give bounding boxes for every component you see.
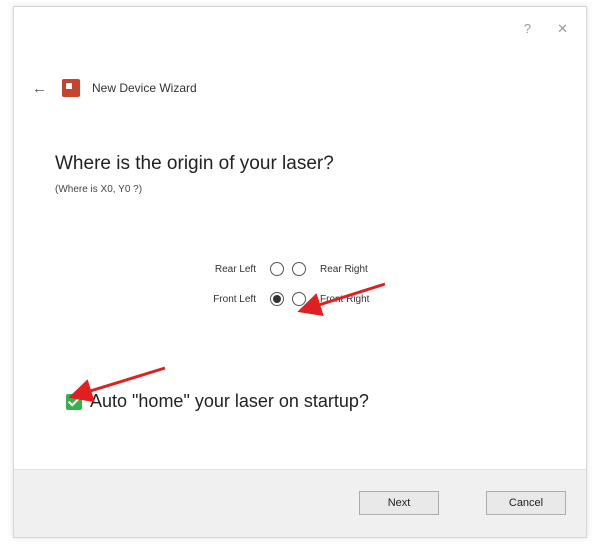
front-right-label: Front Right xyxy=(320,293,370,305)
laser-app-icon xyxy=(62,79,80,97)
close-icon[interactable]: ✕ xyxy=(557,21,568,37)
front-right-radio[interactable] xyxy=(292,292,306,306)
autohome-checkbox[interactable] xyxy=(66,393,82,410)
wizard-title: New Device Wizard xyxy=(92,81,197,95)
origin-radio-group: Rear Left Rear Right Front Left Front Ri… xyxy=(184,262,430,306)
back-arrow-icon[interactable]: ← xyxy=(32,80,50,97)
next-button[interactable]: Next xyxy=(359,491,439,515)
autohome-label: Auto "home" your laser on startup? xyxy=(90,391,369,411)
rear-left-radio[interactable] xyxy=(270,262,284,276)
rear-left-label: Rear Left xyxy=(214,263,256,275)
title-bar-controls: ? ✕ xyxy=(524,21,568,37)
front-left-label: Front Left xyxy=(213,293,256,305)
help-icon[interactable]: ? xyxy=(524,21,531,37)
origin-question-subheading: (Where is X0, Y0 ?) xyxy=(55,184,143,195)
rear-right-label: Rear Right xyxy=(320,263,368,275)
cancel-button[interactable]: Cancel xyxy=(486,491,566,515)
rear-right-radio[interactable] xyxy=(292,262,306,276)
wizard-header: ← New Device Wizard xyxy=(32,79,197,97)
origin-question-heading: Where is the origin of your laser? xyxy=(55,153,334,174)
front-left-radio[interactable] xyxy=(270,292,284,306)
new-device-wizard-dialog: ? ✕ ← New Device Wizard Where is the ori… xyxy=(13,6,587,538)
autohome-option[interactable]: Auto "home" your laser on startup? xyxy=(66,391,369,412)
dialog-footer: Next Cancel xyxy=(14,469,586,537)
